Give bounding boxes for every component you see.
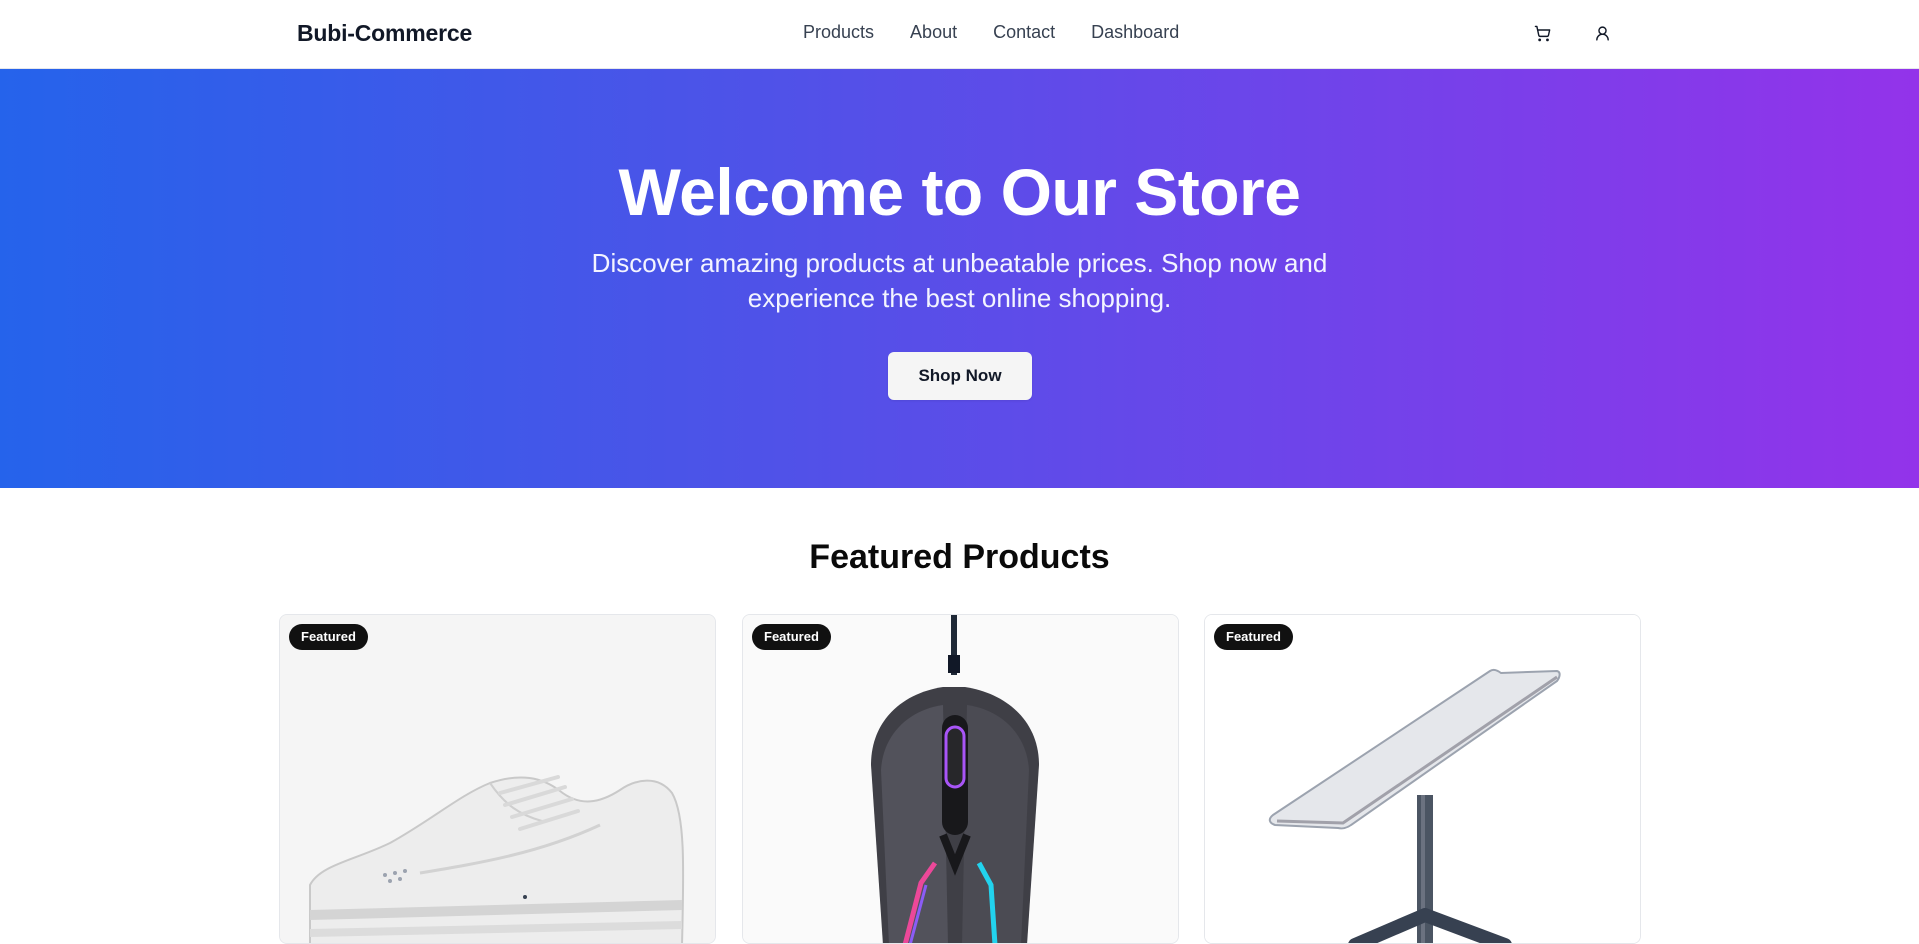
sneaker-image xyxy=(280,615,715,943)
featured-badge: Featured xyxy=(752,624,831,650)
nav-link-contact[interactable]: Contact xyxy=(993,22,1055,43)
nav-link-products[interactable]: Products xyxy=(803,22,874,43)
product-card[interactable]: Featured xyxy=(279,614,716,944)
featured-products-heading: Featured Products xyxy=(809,538,1110,576)
gaming-mouse-image xyxy=(743,615,1178,943)
hero-banner: Welcome to Our Store Discover amazing pr… xyxy=(0,69,1919,488)
cart-icon xyxy=(1534,25,1550,41)
nav-link-dashboard[interactable]: Dashboard xyxy=(1091,22,1179,43)
nav-actions xyxy=(1530,21,1614,45)
product-card[interactable]: Featured xyxy=(1204,614,1641,944)
nav-link-about[interactable]: About xyxy=(910,22,957,43)
product-card[interactable]: Featured xyxy=(742,614,1179,944)
cart-button[interactable] xyxy=(1530,21,1554,45)
shop-now-button[interactable]: Shop Now xyxy=(888,352,1032,400)
brand-logo[interactable]: Bubi-Commerce xyxy=(297,20,472,47)
main-nav: Products About Contact Dashboard xyxy=(803,22,1179,43)
user-button[interactable] xyxy=(1590,21,1614,45)
satellite-dish-image xyxy=(1205,615,1640,943)
featured-badge: Featured xyxy=(289,624,368,650)
navbar: Bubi-Commerce Products About Contact Das… xyxy=(0,0,1919,69)
hero-title: Welcome to Our Store xyxy=(618,155,1301,229)
user-icon xyxy=(1595,25,1609,41)
hero-subtitle: Discover amazing products at unbeatable … xyxy=(591,248,1328,313)
featured-badge: Featured xyxy=(1214,624,1293,650)
